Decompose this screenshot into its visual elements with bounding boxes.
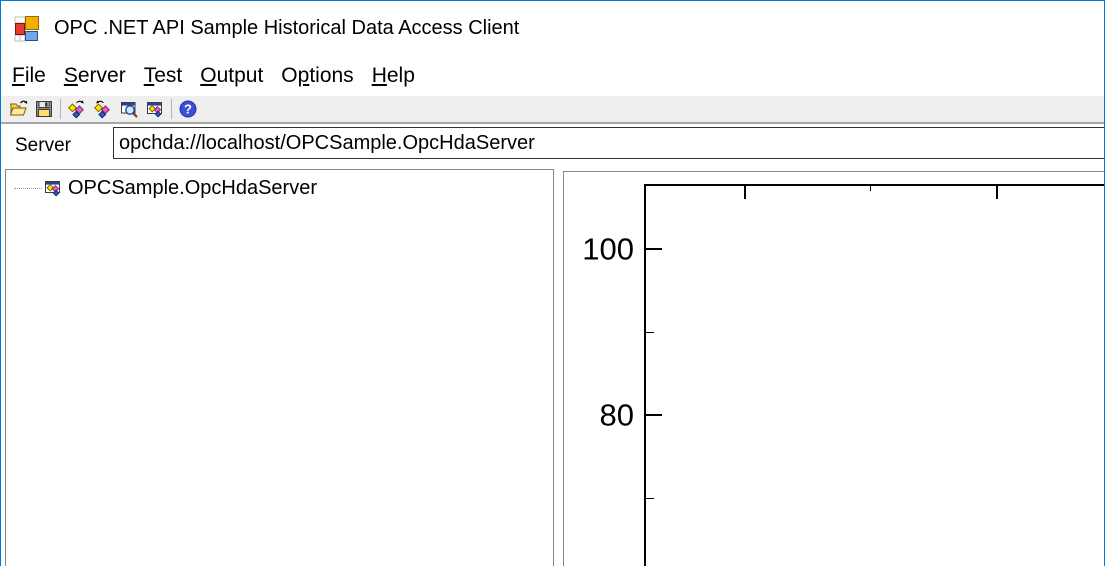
- y-axis-major-tick: [646, 414, 662, 416]
- title-bar[interactable]: OPC .NET API Sample Historical Data Acce…: [1, 1, 1104, 56]
- server-url-input[interactable]: [113, 127, 1105, 159]
- y-axis-major-tick: [646, 248, 662, 250]
- y-axis-minor-tick: [646, 332, 654, 333]
- menu-item-output[interactable]: Output: [191, 60, 272, 92]
- save-icon: [34, 99, 54, 119]
- server-tree-panel[interactable]: OPCSample.OpcHdaServer: [5, 169, 554, 566]
- window-title: OPC .NET API Sample Historical Data Acce…: [54, 17, 519, 40]
- save-button[interactable]: [31, 97, 57, 121]
- chart-panel: 100 80: [563, 171, 1105, 566]
- disconnect-server-button[interactable]: [90, 97, 116, 121]
- server-window-icon: [43, 178, 63, 198]
- app-window: OPC .NET API Sample Historical Data Acce…: [0, 0, 1105, 566]
- menu-item-server[interactable]: Server: [55, 60, 135, 92]
- y-axis-minor-tick: [646, 498, 654, 499]
- open-button[interactable]: [5, 97, 31, 121]
- menu-item-options[interactable]: Options: [272, 60, 362, 92]
- menu-bar: File Server Test Output Options Help: [1, 56, 1104, 96]
- y-tick-label-80: 80: [564, 400, 634, 431]
- disconnect-server-icon: [93, 99, 113, 119]
- x-axis-major-tick: [744, 186, 746, 199]
- open-folder-icon: [8, 99, 28, 119]
- menu-item-file[interactable]: File: [3, 60, 55, 92]
- chart-y-axis: [644, 184, 646, 566]
- toolbar: ?: [1, 96, 1104, 124]
- server-items-button[interactable]: [142, 97, 168, 121]
- toolbar-separator: [171, 99, 172, 119]
- help-button[interactable]: ?: [175, 97, 201, 121]
- connect-server-icon: [67, 99, 87, 119]
- tree-node-server[interactable]: OPCSample.OpcHdaServer: [6, 176, 553, 200]
- server-label: Server: [15, 124, 71, 167]
- x-axis-major-tick: [996, 186, 998, 199]
- menu-item-help[interactable]: Help: [363, 60, 424, 92]
- browse-server-button[interactable]: [116, 97, 142, 121]
- tree-connector: [14, 188, 42, 189]
- server-bar: Server: [1, 124, 1104, 167]
- svg-text:?: ?: [184, 102, 192, 117]
- browse-server-icon: [119, 99, 139, 119]
- chart-x-axis: [644, 184, 1105, 186]
- help-icon: ?: [178, 99, 198, 119]
- menu-item-test[interactable]: Test: [135, 60, 192, 92]
- connect-server-button[interactable]: [64, 97, 90, 121]
- app-icon: [12, 14, 42, 44]
- toolbar-separator: [60, 99, 61, 119]
- tree-node-label: OPCSample.OpcHdaServer: [68, 177, 317, 200]
- server-items-icon: [145, 99, 165, 119]
- x-axis-minor-tick: [870, 186, 871, 191]
- y-tick-label-100: 100: [564, 234, 634, 265]
